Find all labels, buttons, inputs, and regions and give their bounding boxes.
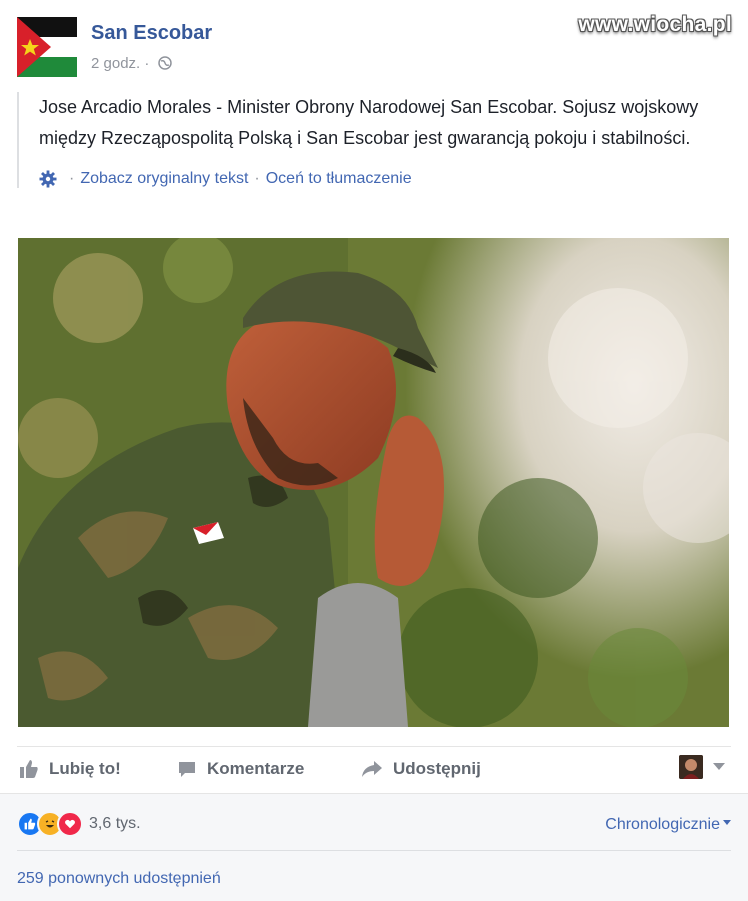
gear-icon[interactable] xyxy=(39,170,57,188)
translation-bar: · Zobacz oryginalny tekst · Oceń to tłum… xyxy=(39,170,739,188)
post-text: Jose Arcadio Morales - Minister Obrony N… xyxy=(39,97,699,148)
page-name[interactable]: San Escobar xyxy=(91,22,212,45)
share-arrow-icon xyxy=(362,761,382,777)
love-reaction-icon xyxy=(57,811,83,837)
globe-icon xyxy=(157,56,172,70)
translate-dot-2: · xyxy=(254,170,260,187)
sort-dropdown[interactable]: Chronologicznie xyxy=(605,816,731,834)
comment-icon xyxy=(179,762,195,777)
chevron-down-icon xyxy=(723,820,731,825)
comment-button[interactable]: Komentarze xyxy=(177,759,304,779)
share-label: Udostępnij xyxy=(393,759,481,778)
san-escobar-flag-icon[interactable] xyxy=(17,17,77,77)
comment-label: Komentarze xyxy=(207,759,305,778)
like-label: Lubię to! xyxy=(49,759,121,778)
post-photo[interactable] xyxy=(18,238,729,727)
shares-count-link[interactable]: 259 ponownych udostępnień xyxy=(17,870,221,888)
reaction-count[interactable]: 3,6 tys. xyxy=(89,815,141,833)
divider xyxy=(17,850,731,851)
watermark: www.wiocha.pl xyxy=(578,13,732,36)
meta-separator: · xyxy=(144,55,150,72)
audience-dropdown-icon[interactable] xyxy=(713,763,725,770)
sort-label: Chronologicznie xyxy=(605,816,720,833)
post-meta: 2 godz. · xyxy=(91,55,172,72)
action-bar: Lubię to! Komentarze Udostępnij xyxy=(17,746,731,793)
avatar[interactable] xyxy=(679,755,703,779)
thumbs-up-icon xyxy=(20,760,38,778)
reactions-summary[interactable]: 3,6 tys. xyxy=(17,811,141,837)
reactions-bar: 3,6 tys. Chronologicznie 259 ponownych u… xyxy=(0,793,748,901)
post-body: Jose Arcadio Morales - Minister Obrony N… xyxy=(17,92,739,188)
translate-dot: · xyxy=(69,170,75,187)
see-original-link[interactable]: Zobacz oryginalny tekst xyxy=(80,170,248,188)
soldier-photo xyxy=(18,238,729,727)
rate-translation-link[interactable]: Oceń to tłumaczenie xyxy=(266,170,412,188)
share-button[interactable]: Udostępnij xyxy=(361,759,481,779)
post-time[interactable]: 2 godz. xyxy=(91,55,140,72)
like-button[interactable]: Lubię to! xyxy=(19,759,121,779)
